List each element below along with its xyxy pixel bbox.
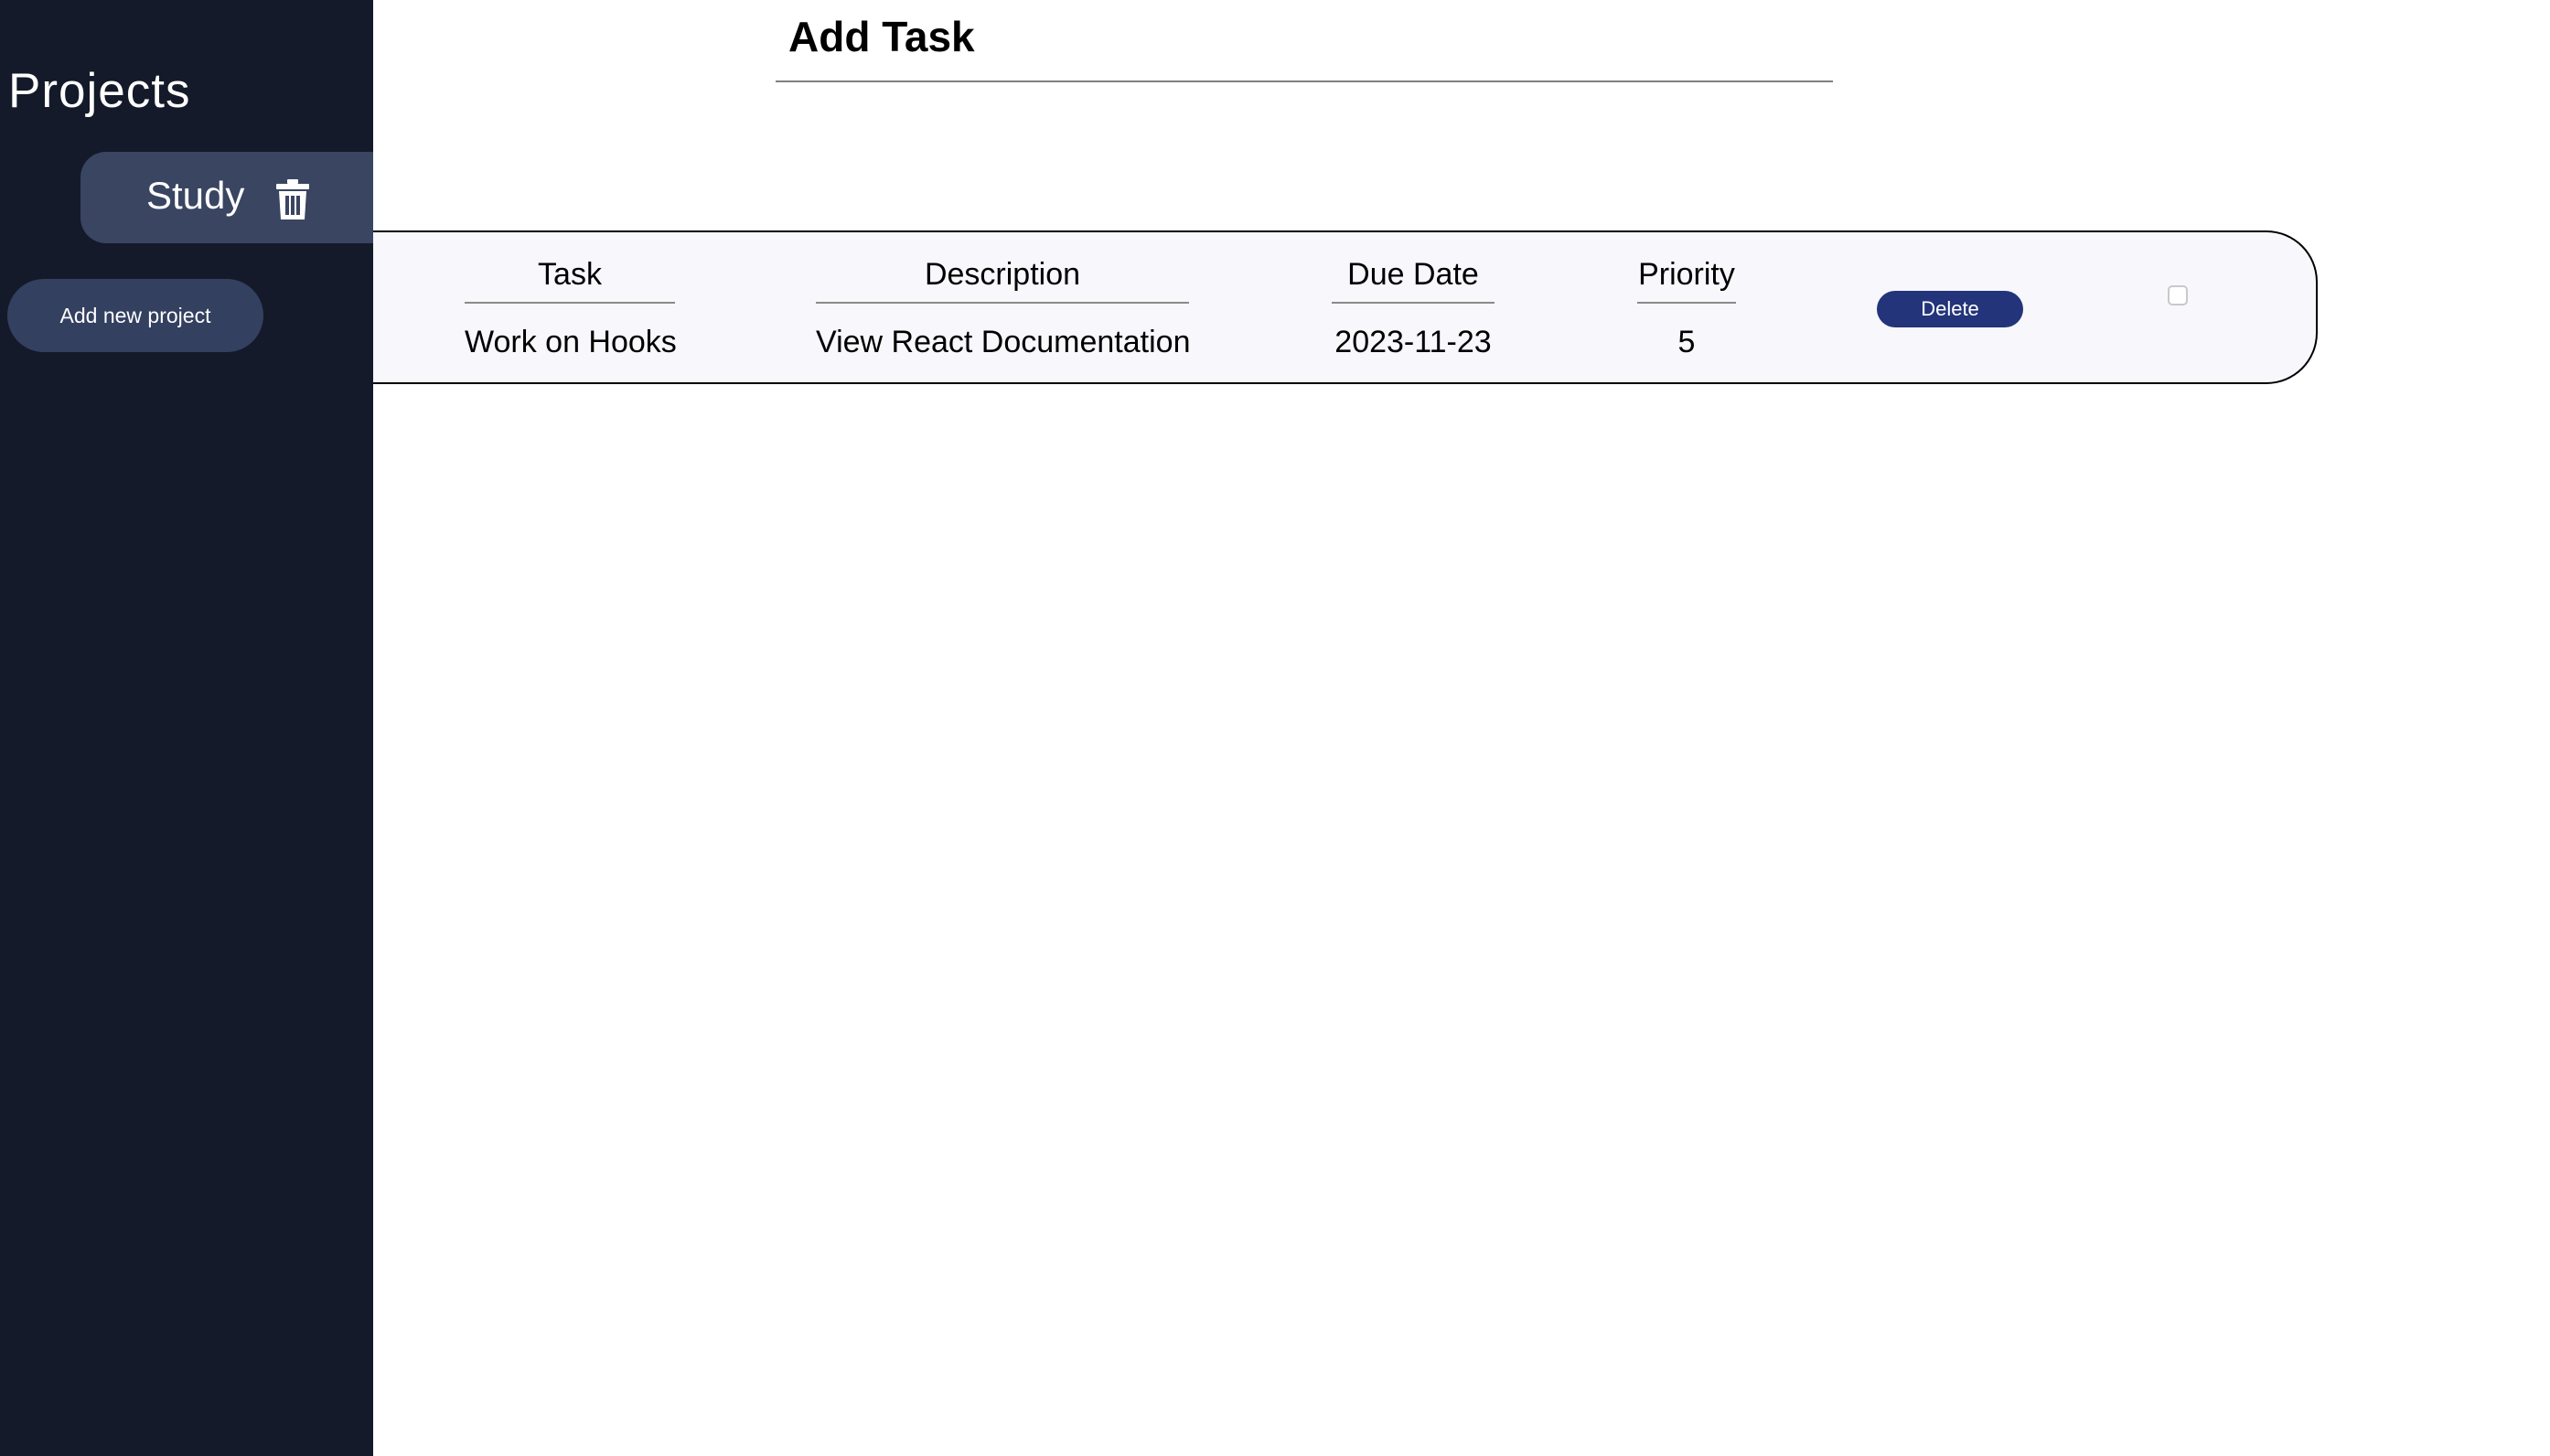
task-due-date-cell: 2023-11-23 <box>1334 325 1492 359</box>
sidebar-title: Projects <box>8 64 191 118</box>
add-project-button[interactable]: Add new project <box>7 279 263 352</box>
sidebar-item-study[interactable]: Study <box>80 152 373 243</box>
delete-task-button[interactable]: Delete <box>1877 291 2023 327</box>
task-name-cell: Work on Hooks <box>465 325 677 359</box>
add-task-button[interactable]: Add Task <box>788 9 975 64</box>
task-complete-checkbox[interactable] <box>2168 285 2188 305</box>
task-table: Task Description Due Date Priority Work … <box>373 230 2318 384</box>
task-description-cell: View React Documentation <box>816 325 1191 359</box>
column-header-priority: Priority <box>1637 254 1736 304</box>
column-header-task: Task <box>465 254 675 304</box>
sidebar: Projects Study Add new project <box>0 0 373 1456</box>
main-header: Add Task <box>776 0 1833 82</box>
project-label[interactable]: Study <box>146 170 244 221</box>
trash-icon[interactable] <box>276 179 309 219</box>
task-priority-cell: 5 <box>1677 325 1696 359</box>
column-header-description: Description <box>816 254 1189 304</box>
column-header-due-date: Due Date <box>1332 254 1495 304</box>
